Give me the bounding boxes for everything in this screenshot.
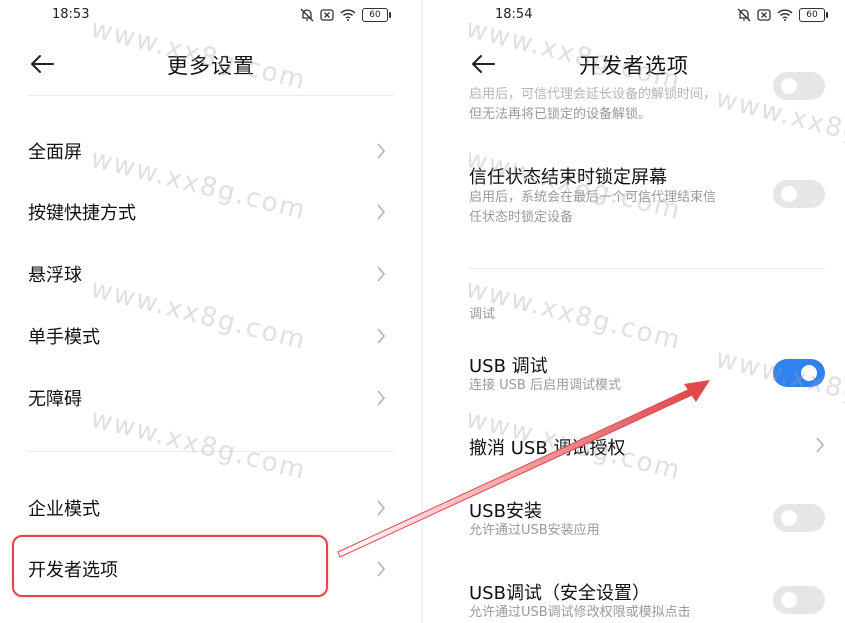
status-time: 18:54 <box>495 7 533 22</box>
chevron-right-icon <box>377 561 386 577</box>
usb-debugging-secure-toggle[interactable] <box>773 586 825 614</box>
menu-item-developer-options[interactable]: 开发者选项 <box>0 540 422 598</box>
chevron-right-icon <box>377 500 386 516</box>
section-title-debug: 调试 <box>469 307 496 322</box>
setting-desc: 允许通过USB安装应用 <box>469 523 600 538</box>
usb-debugging-secure-setting[interactable]: USB调试（安全设置） 允许通过USB调试修改权限或模拟点击 <box>423 577 845 623</box>
usb-install-setting[interactable]: USB安装 允许通过USB安装应用 <box>423 495 845 543</box>
setting-desc: 启用后，可信代理会延长设备的解锁时间， <box>469 87 717 102</box>
divider <box>469 268 825 269</box>
mute-bell-icon <box>300 8 314 22</box>
menu-item-label: 企业模式 <box>28 499 100 520</box>
sim-off-icon <box>320 9 334 21</box>
setting-title: 撤消 USB 调试授权 <box>469 438 626 459</box>
chevron-right-icon <box>816 437 825 453</box>
menu-item-button-shortcuts[interactable]: 按键快捷方式 <box>0 183 422 241</box>
setting-desc: 连接 USB 后启用调试模式 <box>469 378 621 393</box>
status-bar: 18:53 60 <box>0 6 422 28</box>
trust-agent-extend-toggle[interactable] <box>773 72 825 100</box>
developer-options-screen: 18:54 60 开发者选项 启用后，可信代理会延长设备的解锁时间， 但无法再将… <box>423 0 845 623</box>
chevron-right-icon <box>377 390 386 406</box>
menu-item-accessibility[interactable]: 无障碍 <box>0 369 422 427</box>
menu-item-enterprise-mode[interactable]: 企业模式 <box>0 479 422 537</box>
menu-item-label: 悬浮球 <box>28 265 82 286</box>
menu-item-label: 开发者选项 <box>28 560 118 581</box>
chevron-right-icon <box>377 266 386 282</box>
battery-indicator: 60 <box>362 8 391 22</box>
usb-debugging-toggle[interactable] <box>773 359 825 387</box>
revoke-usb-debugging-setting[interactable]: 撤消 USB 调试授权 <box>423 432 845 462</box>
page-title: 更多设置 <box>167 54 255 78</box>
menu-item-one-handed[interactable]: 单手模式 <box>0 307 422 365</box>
status-bar: 18:54 60 <box>423 6 845 28</box>
menu-item-label: 按键快捷方式 <box>28 203 136 224</box>
more-settings-screen: 18:53 60 更多设置 全面屏 按键快捷方式 悬浮球 单手模式 无障碍 企业… <box>0 0 422 623</box>
chevron-right-icon <box>377 204 386 220</box>
menu-item-label: 全面屏 <box>28 142 82 163</box>
wifi-icon <box>777 9 793 21</box>
setting-desc: 启用后，系统会在最后一个可信代理结束信 <box>469 190 717 205</box>
wifi-icon <box>340 9 356 21</box>
usb-debugging-setting[interactable]: USB 调试 连接 USB 后启用调试模式 <box>423 350 845 398</box>
chevron-right-icon <box>377 328 386 344</box>
setting-title: 信任状态结束时锁定屏幕 <box>469 167 667 188</box>
divider <box>28 95 394 96</box>
divider <box>28 451 394 452</box>
trust-lock-toggle[interactable] <box>773 180 825 208</box>
menu-item-label: 单手模式 <box>28 327 100 348</box>
chevron-right-icon <box>377 143 386 159</box>
watermark: www.xx8g.com <box>462 273 685 357</box>
status-time: 18:53 <box>52 7 90 22</box>
battery-indicator: 60 <box>799 8 828 22</box>
trust-lock-screen-setting[interactable]: 信任状态结束时锁定屏幕 启用后，系统会在最后一个可信代理结束信 任状态时锁定设备 <box>423 160 845 230</box>
setting-desc: 但无法再将已锁定的设备解锁。 <box>469 107 652 122</box>
menu-item-label: 无障碍 <box>28 389 82 410</box>
sim-off-icon <box>757 9 771 21</box>
header: 更多设置 <box>0 40 422 86</box>
setting-desc: 任状态时锁定设备 <box>469 210 574 225</box>
mute-bell-icon <box>737 8 751 22</box>
menu-item-floating-ball[interactable]: 悬浮球 <box>0 245 422 303</box>
menu-item-fullscreen[interactable]: 全面屏 <box>0 122 422 180</box>
trust-agent-extend-unlock-setting[interactable]: 启用后，可信代理会延长设备的解锁时间， 但无法再将已锁定的设备解锁。 <box>423 72 845 126</box>
usb-install-toggle[interactable] <box>773 504 825 532</box>
setting-desc: 允许通过USB调试修改权限或模拟点击 <box>469 605 691 620</box>
